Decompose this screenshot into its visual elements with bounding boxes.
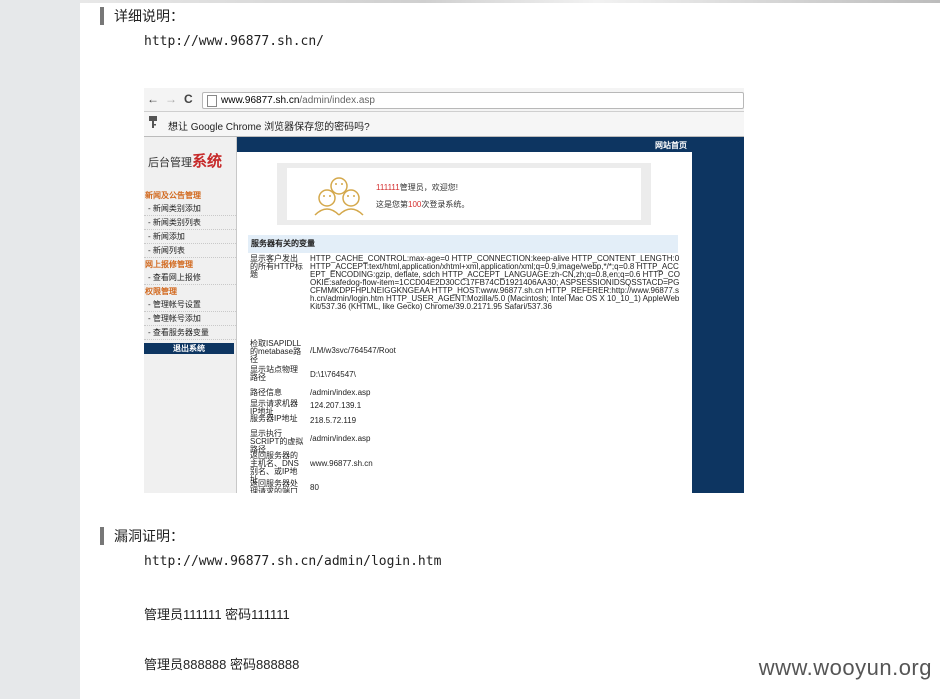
server-var-value: 80 [310,483,319,492]
top-strip [80,0,940,3]
welcome-user: 111111 [376,183,400,192]
address-bar[interactable]: www.96877.sh.cn/admin/index.asp [202,92,744,109]
address-host: www.96877.sh.cn [221,95,300,106]
detail-heading: 详细说明： [100,6,184,26]
server-var-value: /LM/w3svc/764547/Root [310,346,396,355]
heading-bar [100,527,104,545]
server-var-key: 路径信息 [250,388,282,397]
detail-url[interactable]: http://www.96877.sh.cn/ [144,34,324,49]
evidence-screenshot: ← → C www.96877.sh.cn/admin/index.asp 想让… [144,88,744,493]
welcome-line-1-suffix: 管理员，欢迎您! [399,183,458,192]
menu-item[interactable]: - 查看服务器变量 [144,326,236,340]
server-vars-heading: 服务器有关的变量 [248,235,678,253]
server-var-value: 124.207.139.1 [310,400,362,410]
server-var-value: 218.5.72.119 [310,415,357,425]
right-band [692,152,744,493]
browser-toolbar: ← → C www.96877.sh.cn/admin/index.asp [144,88,744,112]
admin-menu: 新闻及公告管理 - 新闻类别添加 - 新闻类别列表 - 新闻添加 - 新闻列表网上报修管… [144,189,236,340]
credential-2: 管理员888888 密码888888 [144,657,300,672]
admin-logo: 后台管理系统 [148,150,222,171]
welcome-line-2: 这是您第100次登录系统。 [376,199,469,210]
welcome-line-2-prefix: 这是您第 [376,200,408,209]
server-var-value: www.96877.sh.cn [310,459,373,468]
server-var-key: 显示客户发出的所有HTTP标题 [250,254,303,279]
forward-icon[interactable]: → [165,92,177,106]
welcome-line-1: 111111管理员，欢迎您! [376,182,458,193]
infobar-message: 想让 Google Chrome 浏览器保存您的密码吗? [168,122,370,133]
users-icon [314,177,364,216]
welcome-line-2-suffix: 次登录系统。 [421,200,470,209]
menu-item[interactable]: - 管理帐号设置 [144,298,236,312]
menu-group: 新闻及公告管理 [145,191,201,200]
detail-heading-text: 详细说明： [114,8,184,24]
reload-icon[interactable]: C [184,92,193,106]
proof-heading-text: 漏洞证明： [114,528,184,544]
proof-heading: 漏洞证明： [100,526,184,546]
server-var-key: 显示站点物理路径 [250,365,298,382]
menu-item[interactable]: - 新闻类别列表 [144,216,236,230]
server-var-value: HTTP_CACHE_CONTROL:max-age=0 HTTP_CONNEC… [310,254,680,311]
credential-1: 管理员111111 密码111111 [144,607,290,622]
watermark: www.wooyun.org [758,655,932,680]
logout-button[interactable]: 退出系统 [144,343,234,354]
login-count: 100 [408,200,422,209]
server-var-key: 服务器IP地址 [250,414,298,423]
menu-group: 权限管理 [145,287,177,296]
site-home-link[interactable]: 网站首页 [655,140,687,151]
server-var-value: D:\1\764547\ [310,370,356,379]
logo-emphasis: 系统 [192,153,223,170]
logo-prefix: 后台管理 [148,157,192,169]
menu-group: 网上报修管理 [145,260,193,269]
menu-item[interactable]: - 新闻添加 [144,230,236,244]
server-var-key: 检取ISAPIDLL的metabase路径 [250,339,302,364]
admin-main: 网站首页 111111管理员，欢迎您! 这是您第100次登录系统。 服务器有关的… [237,137,744,493]
welcome-panel: 111111管理员，欢迎您! 这是您第100次登录系统。 [277,163,651,225]
menu-item[interactable]: - 新闻列表 [144,244,236,258]
page-icon [207,95,217,107]
key-icon [148,115,158,132]
left-gutter [0,0,80,699]
welcome-inner: 111111管理员，欢迎您! 这是您第100次登录系统。 [287,168,641,220]
menu-item[interactable]: - 查看网上报修 [144,271,236,285]
back-icon[interactable]: ← [147,92,159,106]
server-var-value: /admin/index.asp [310,388,371,397]
menu-item[interactable]: - 管理帐号添加 [144,312,236,326]
server-var-value: /admin/index.asp [310,434,371,443]
password-infobar: 想让 Google Chrome 浏览器保存您的密码吗? [144,112,744,137]
proof-url[interactable]: http://www.96877.sh.cn/admin/login.htm [144,554,441,569]
admin-sidebar: 后台管理系统 新闻及公告管理 - 新闻类别添加 - 新闻类别列表 - 新闻添加 - 新闻… [144,137,237,493]
menu-item[interactable]: - 新闻类别添加 [144,202,236,216]
address-path: /admin/index.asp [299,95,375,106]
admin-topbar: 网站首页 [237,137,744,152]
server-var-key: 返回服务器处理请求的端口 [250,479,298,494]
heading-bar [100,7,104,25]
